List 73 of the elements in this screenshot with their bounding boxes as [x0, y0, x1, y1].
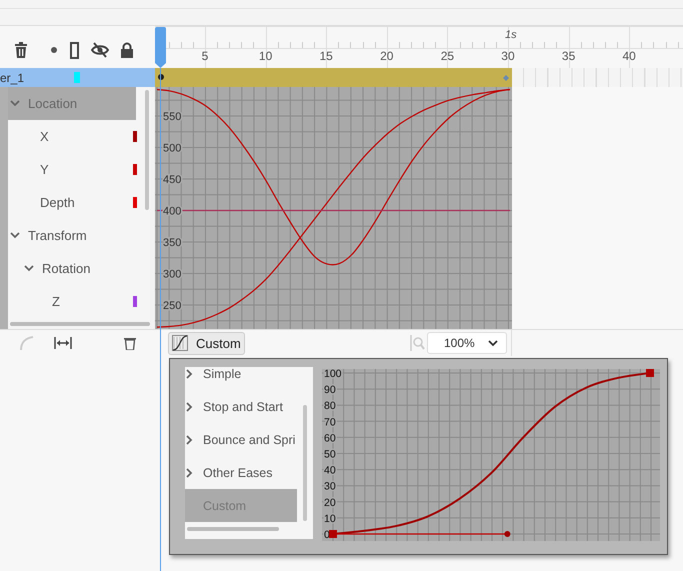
axis-label: 90 — [324, 384, 336, 396]
property-label: X — [40, 129, 49, 144]
preset-item[interactable]: Stop and Start — [185, 390, 313, 423]
property-label: Depth — [40, 195, 75, 210]
layer-name: er_1 — [0, 70, 24, 84]
lock-icon[interactable] — [120, 42, 134, 58]
property-row[interactable]: Rotation — [8, 252, 136, 285]
diamond-icon — [503, 75, 509, 81]
chevron-icon[interactable] — [10, 100, 20, 107]
scrollbar[interactable] — [187, 527, 279, 531]
property-row[interactable]: Z — [8, 285, 136, 318]
axis-label: 500 — [163, 142, 182, 154]
property-label: Transform — [28, 228, 87, 243]
property-label: Rotation — [42, 261, 90, 276]
chevron-icon — [488, 340, 498, 346]
frame-number: 40 — [622, 49, 636, 63]
frame-number: 20 — [380, 49, 394, 63]
property-label: Z — [52, 294, 60, 309]
scrollbar[interactable] — [145, 90, 149, 210]
axis-label: 10 — [324, 512, 336, 525]
property-label: Location — [28, 96, 78, 111]
preset-item[interactable]: Other Eases — [185, 456, 313, 489]
chevron-icon[interactable] — [24, 265, 34, 272]
ease-button[interactable]: Custom — [168, 332, 245, 354]
axis-label: 350 — [163, 237, 182, 250]
axis-label: 550 — [163, 111, 182, 123]
axis-label: 60 — [324, 432, 336, 444]
ease-curve-icon — [172, 335, 188, 351]
axis-label: 80 — [324, 400, 336, 412]
time-label: 1s — [504, 29, 517, 41]
frame-number: 15 — [320, 49, 333, 63]
dot-icon[interactable] — [51, 47, 57, 53]
axis-label: 40 — [324, 464, 336, 477]
axis-label: 20 — [324, 496, 336, 509]
chevron-icon[interactable] — [185, 368, 193, 378]
property-row[interactable]: Y — [8, 153, 136, 186]
outline-icon[interactable] — [70, 42, 79, 58]
preset-label: Other Eases — [203, 466, 272, 480]
scrollbar[interactable] — [10, 322, 150, 326]
layer-row[interactable]: er_1 — [0, 68, 155, 87]
preset-label: Simple — [203, 367, 242, 380]
axis-label: 450 — [163, 174, 182, 186]
axis-label: 300 — [163, 268, 182, 281]
axis-label: 100 — [324, 369, 342, 380]
trash-icon[interactable] — [124, 336, 136, 350]
frame-number: 5 — [202, 49, 208, 63]
frame-number: 30 — [501, 49, 515, 63]
eye-slash-icon[interactable] — [91, 42, 109, 58]
property-row[interactable]: X — [8, 120, 136, 153]
axis-label: 30 — [324, 480, 336, 493]
preset-item[interactable]: Simple — [185, 367, 313, 390]
keyframe-icon — [158, 74, 164, 80]
property-row[interactable]: Transform — [8, 219, 136, 252]
trash-icon[interactable] — [12, 41, 30, 59]
frame-number: 25 — [440, 49, 454, 63]
preset-label: Bounce and Spri — [203, 432, 296, 446]
axis-label: 250 — [163, 300, 182, 312]
scrollbar[interactable] — [303, 405, 307, 521]
frame-number: 35 — [562, 49, 576, 63]
chevron-icon[interactable] — [185, 434, 193, 444]
chevron-icon[interactable] — [185, 402, 193, 412]
preset-label: Stop and Start — [203, 400, 283, 414]
zoom-dropdown[interactable]: 100% — [427, 332, 507, 354]
preset-item[interactable]: Bounce and Spri — [185, 423, 313, 456]
axis-label: 50 — [324, 448, 336, 460]
axis-label: 70 — [324, 416, 336, 428]
chevron-icon[interactable] — [185, 468, 193, 478]
property-label: Y — [40, 162, 49, 177]
layer-color-mark — [74, 72, 80, 83]
fit-width-icon[interactable] — [54, 337, 72, 349]
chevron-icon[interactable] — [10, 232, 20, 239]
frame-number: 10 — [258, 49, 272, 63]
property-row[interactable]: Depth — [8, 186, 136, 219]
